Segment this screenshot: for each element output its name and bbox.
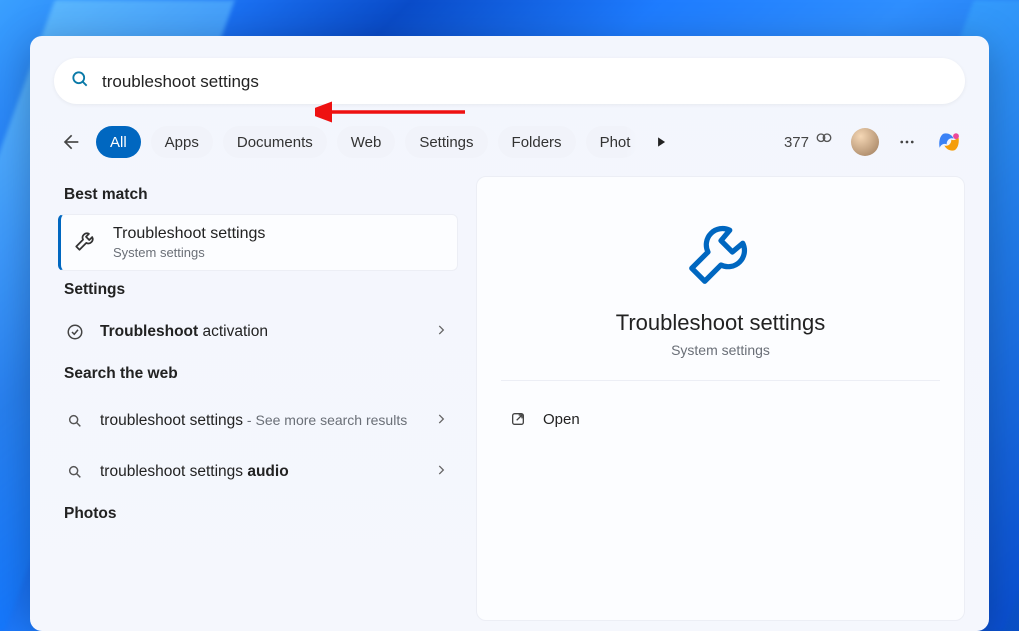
- settings-item-troubleshoot-activation[interactable]: Troubleshoot activation: [58, 309, 458, 355]
- web-result-see-more[interactable]: troubleshoot settings - See more search …: [58, 393, 458, 449]
- annotation-arrow: [315, 98, 475, 126]
- search-icon: [70, 69, 90, 94]
- chevron-right-icon: [434, 463, 448, 482]
- wrench-icon: [682, 213, 760, 296]
- photos-section-header: Photos: [64, 505, 458, 523]
- wrench-icon: [73, 227, 99, 258]
- search-bar[interactable]: [54, 58, 965, 104]
- open-action[interactable]: Open: [501, 399, 940, 439]
- search-web-header: Search the web: [64, 365, 458, 383]
- search-icon: [64, 464, 86, 480]
- best-match-card[interactable]: Troubleshoot settings System settings: [58, 214, 458, 271]
- tabs-scroll-next[interactable]: [648, 126, 674, 158]
- tab-folders[interactable]: Folders: [498, 126, 576, 158]
- back-button[interactable]: [54, 126, 86, 158]
- filter-tabs-row: All Apps Documents Web Settings Folders …: [54, 122, 965, 162]
- web-result-audio[interactable]: troubleshoot settings audio: [58, 449, 458, 495]
- tab-photos-partial[interactable]: Phot: [586, 126, 639, 158]
- tab-web[interactable]: Web: [337, 126, 396, 158]
- tab-apps[interactable]: Apps: [151, 126, 213, 158]
- preview-title: Troubleshoot settings: [616, 310, 826, 336]
- best-match-header: Best match: [64, 186, 458, 204]
- tab-documents[interactable]: Documents: [223, 126, 327, 158]
- copilot-icon[interactable]: [933, 126, 965, 158]
- settings-section-header: Settings: [64, 281, 458, 299]
- more-button[interactable]: [891, 126, 923, 158]
- medal-icon: [815, 131, 833, 153]
- search-icon: [64, 413, 86, 429]
- preview-panel: Troubleshoot settings System settings Op…: [476, 176, 965, 621]
- search-window: All Apps Documents Web Settings Folders …: [30, 36, 989, 631]
- user-avatar[interactable]: [851, 128, 879, 156]
- best-match-subtitle: System settings: [113, 245, 265, 260]
- chevron-right-icon: [434, 323, 448, 342]
- preview-subtitle: System settings: [671, 342, 770, 358]
- check-circle-icon: [64, 323, 86, 341]
- tab-settings[interactable]: Settings: [405, 126, 487, 158]
- divider: [501, 380, 940, 381]
- results-panel: Best match Troubleshoot settings System …: [58, 176, 458, 621]
- tab-all[interactable]: All: [96, 126, 141, 158]
- best-match-title: Troubleshoot settings: [113, 225, 265, 243]
- rewards-points[interactable]: 377: [784, 131, 833, 153]
- open-external-icon: [507, 411, 529, 427]
- chevron-right-icon: [434, 412, 448, 431]
- search-input[interactable]: [100, 71, 949, 93]
